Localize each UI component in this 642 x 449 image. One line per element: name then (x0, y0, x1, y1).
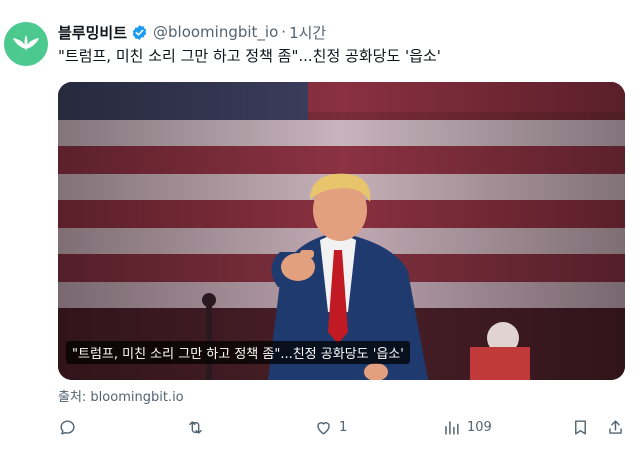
reply-icon (60, 419, 75, 435)
link-source[interactable]: 출처: bloomingbit.io (58, 386, 184, 405)
reply-button[interactable] (58, 414, 83, 440)
share-button[interactable] (606, 414, 625, 440)
views-button[interactable]: 109 (442, 414, 492, 440)
like-button[interactable]: 1 (314, 414, 347, 440)
view-count: 109 (467, 419, 492, 435)
views-icon (445, 420, 459, 435)
action-bar: 1 109 (58, 414, 628, 440)
author-name[interactable]: 블루밍비트 (58, 22, 127, 43)
tweet-image[interactable]: "트럼프, 미친 소리 그만 하고 정책 좀"...친정 공화당도 '읍소' (58, 82, 625, 380)
like-count: 1 (339, 419, 348, 435)
share-icon (609, 419, 622, 434)
tweet-header: 블루밍비트 @bloomingbit_io · 1시간 (58, 21, 326, 43)
like-icon (317, 421, 330, 435)
author-handle[interactable]: @bloomingbit_io (153, 23, 278, 41)
image-caption: "트럼프, 미친 소리 그만 하고 정책 좀"...친정 공화당도 '읍소' (66, 341, 410, 364)
photo-illustration (58, 82, 625, 380)
logo-icon (13, 35, 39, 51)
separator-dot: · (281, 23, 287, 41)
retweet-icon (189, 420, 202, 434)
verified-icon (132, 24, 147, 40)
bookmark-icon (575, 419, 586, 435)
tweet-text: "트럼프, 미친 소리 그만 하고 정책 좀"...친정 공화당도 '읍소' (58, 47, 441, 65)
avatar[interactable] (4, 22, 48, 66)
retweet-button[interactable] (186, 414, 211, 440)
timestamp[interactable]: 1시간 (289, 22, 326, 43)
bookmark-button[interactable] (571, 414, 590, 440)
